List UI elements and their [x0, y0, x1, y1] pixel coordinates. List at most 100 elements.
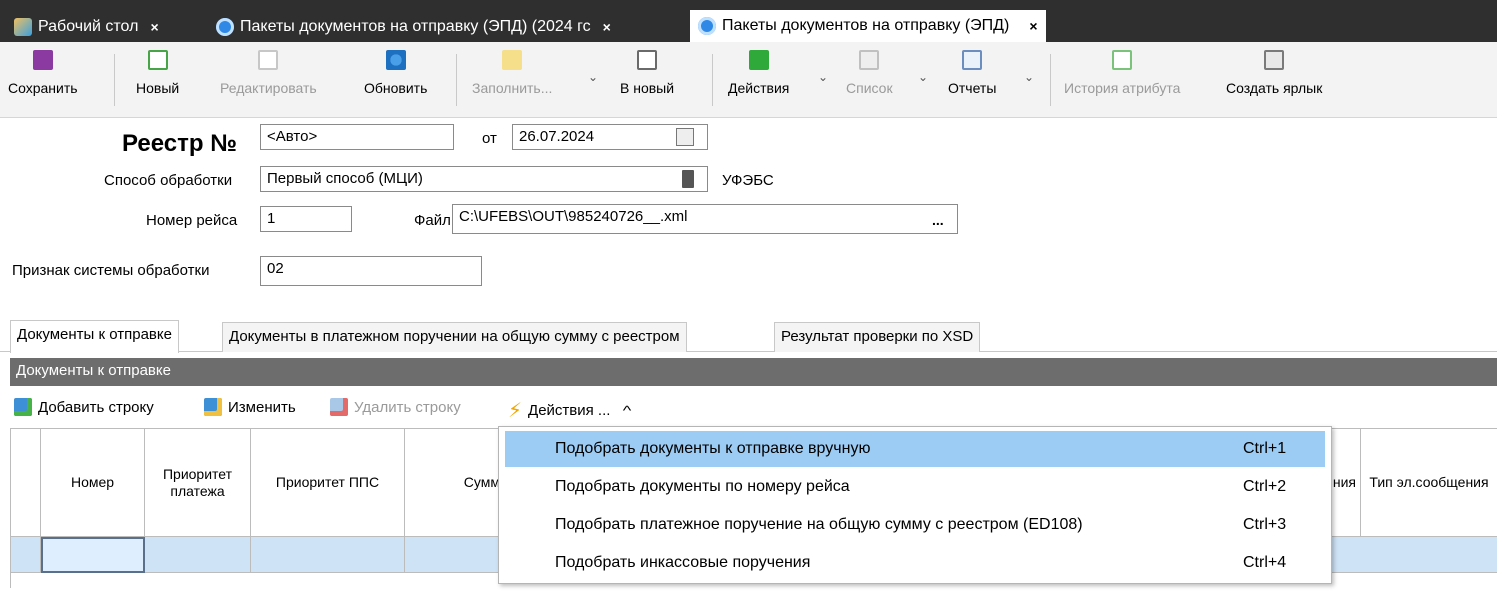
table-cell-number-selected[interactable] [41, 537, 145, 573]
shortcut-icon [1264, 50, 1285, 70]
registry-number-field[interactable]: <Авто> [260, 124, 454, 150]
save-icon [32, 50, 53, 70]
system-sign-field[interactable]: 02 [260, 256, 482, 286]
column-header-number[interactable]: Номер [41, 429, 145, 537]
column-header-payment-priority[interactable]: Приоритет платежа [145, 429, 251, 537]
tab-desktop-label: Рабочий стол [38, 18, 139, 35]
row-indicator-cell [11, 537, 41, 573]
toolbar-separator [114, 54, 115, 106]
edit-button-label: Редактировать [220, 80, 317, 96]
system-sign-label: Признак системы обработки [12, 262, 210, 279]
column-header-sum[interactable]: Сумм [405, 429, 505, 537]
tab-packages-active-close-icon[interactable]: × [1029, 18, 1037, 34]
report-icon [962, 50, 983, 70]
add-row-icon [14, 398, 32, 416]
table-cell[interactable] [1361, 537, 1497, 573]
menu-item-select-manually[interactable]: Подобрать документы к отправке вручную C… [505, 431, 1325, 467]
create-shortcut-button[interactable]: Создать ярлык [1226, 50, 1322, 96]
actions-button[interactable]: Действия ⌄ [728, 50, 828, 96]
file-label: Файл [414, 212, 451, 229]
list-document-icon [859, 50, 880, 70]
menu-item-label: Подобрать платежное поручение на общую с… [555, 516, 1083, 533]
menu-item-shortcut: Ctrl+1 [1243, 440, 1287, 457]
save-button[interactable]: Сохранить [8, 50, 78, 96]
refresh-button-label: Обновить [364, 80, 428, 96]
lightning-icon: ⚡ [508, 400, 523, 422]
reports-button-label: Отчеты [948, 80, 997, 96]
menu-item-select-payment-order[interactable]: Подобрать платежное поручение на общую с… [505, 507, 1325, 543]
folder-icon [502, 50, 523, 70]
lock-icon[interactable] [682, 170, 694, 188]
column-header-pps-priority[interactable]: Приоритет ППС [251, 429, 405, 537]
browse-file-button[interactable]: ... [932, 212, 944, 228]
delete-row-label: Удалить строку [354, 398, 461, 416]
edit-row-label: Изменить [228, 398, 296, 416]
group-header: Документы к отправке [10, 358, 1497, 386]
to-new-button[interactable]: В новый [620, 50, 674, 96]
tab-packages-2024[interactable]: Пакеты документов на отправку (ЭПД) (202… [208, 12, 619, 42]
tab-documents-to-send[interactable]: Документы к отправке [10, 320, 179, 353]
delete-row-button[interactable]: Удалить строку [330, 398, 461, 416]
to-new-button-label: В новый [620, 80, 675, 96]
edit-row-icon [204, 398, 222, 416]
row-indicator-header [11, 429, 41, 537]
menu-item-label: Подобрать инкассовые поручения [555, 554, 811, 571]
registry-title: Реестр № [122, 130, 237, 157]
history-icon [1112, 50, 1133, 70]
tab-desktop[interactable]: Рабочий стол × [6, 12, 167, 42]
chevron-down-icon[interactable]: ⌄ [818, 70, 828, 84]
table-cell[interactable] [251, 537, 405, 573]
menu-item-shortcut: Ctrl+2 [1243, 478, 1287, 495]
tab-packages-active[interactable]: Пакеты документов на отправку (ЭПД) × [690, 10, 1046, 42]
package-icon [216, 18, 234, 36]
chevron-up-icon: ^ [623, 403, 632, 418]
processing-method-field[interactable]: Первый способ (МЦИ) [260, 166, 708, 192]
date-from-label: от [482, 130, 497, 147]
attribute-history-button-label: История атрибута [1064, 80, 1181, 96]
chevron-down-icon[interactable]: ⌄ [588, 70, 598, 84]
file-path-field[interactable]: C:\UFEBS\OUT\985240726__.xml [452, 204, 958, 234]
toolbar-separator [456, 54, 457, 106]
actions-button-label: Действия [728, 80, 790, 96]
list-button-label: Список [846, 80, 893, 96]
package-icon [698, 17, 716, 35]
table-cell[interactable] [145, 537, 251, 573]
calendar-icon[interactable] [676, 128, 694, 146]
flight-number-field[interactable]: 1 [260, 206, 352, 232]
fill-button[interactable]: Заполнить... ⌄ [472, 50, 598, 96]
menu-item-label: Подобрать документы по номеру рейса [555, 478, 850, 495]
chevron-down-icon[interactable]: ⌄ [1024, 70, 1034, 84]
create-shortcut-button-label: Создать ярлык [1226, 80, 1323, 96]
column-header-message-type[interactable]: Тип эл.сообщения [1361, 429, 1497, 537]
group-actions-button[interactable]: ⚡ Действия ... ^ [508, 398, 632, 423]
edit-row-button[interactable]: Изменить [204, 398, 296, 416]
menu-item-select-by-flight[interactable]: Подобрать документы по номеру рейса Ctrl… [505, 469, 1325, 505]
tab-documents-in-payment-order[interactable]: Документы в платежном поручении на общую… [222, 322, 687, 352]
save-button-label: Сохранить [8, 80, 78, 96]
new-document-icon [147, 50, 168, 70]
attribute-history-button[interactable]: История атрибута [1064, 50, 1180, 96]
actions-arrow-icon [748, 50, 769, 70]
group-actions-label: Действия ... [528, 402, 611, 419]
tab-packages-2024-label: Пакеты документов на отправку (ЭПД) (202… [240, 18, 591, 35]
tab-packages-2024-close-icon[interactable]: × [603, 19, 611, 35]
refresh-button[interactable]: Обновить [364, 50, 427, 96]
new-button[interactable]: Новый [136, 50, 179, 96]
edit-document-icon [258, 50, 279, 70]
reports-button[interactable]: Отчеты ⌄ [948, 50, 1034, 96]
new-button-label: Новый [136, 80, 180, 96]
edit-button[interactable]: Редактировать [220, 50, 317, 96]
menu-item-label: Подобрать документы к отправке вручную [555, 440, 871, 457]
format-label: УФЭБС [722, 172, 774, 189]
delete-row-icon [330, 398, 348, 416]
copy-document-icon [637, 50, 658, 70]
chevron-down-icon[interactable]: ⌄ [918, 70, 928, 84]
detail-tab-strip: Документы к отправке Документы в платежн… [0, 320, 1497, 353]
menu-item-shortcut: Ctrl+3 [1243, 516, 1287, 533]
tab-xsd-check-result[interactable]: Результат проверки по XSD [774, 322, 981, 352]
list-button[interactable]: Список ⌄ [846, 50, 928, 96]
menu-item-select-collection-orders[interactable]: Подобрать инкассовые поручения Ctrl+4 [505, 545, 1325, 581]
add-row-button[interactable]: Добавить строку [14, 398, 154, 416]
tab-desktop-close-icon[interactable]: × [150, 19, 158, 35]
document-tab-strip: Рабочий стол × Пакеты документов на отпр… [0, 0, 1497, 42]
